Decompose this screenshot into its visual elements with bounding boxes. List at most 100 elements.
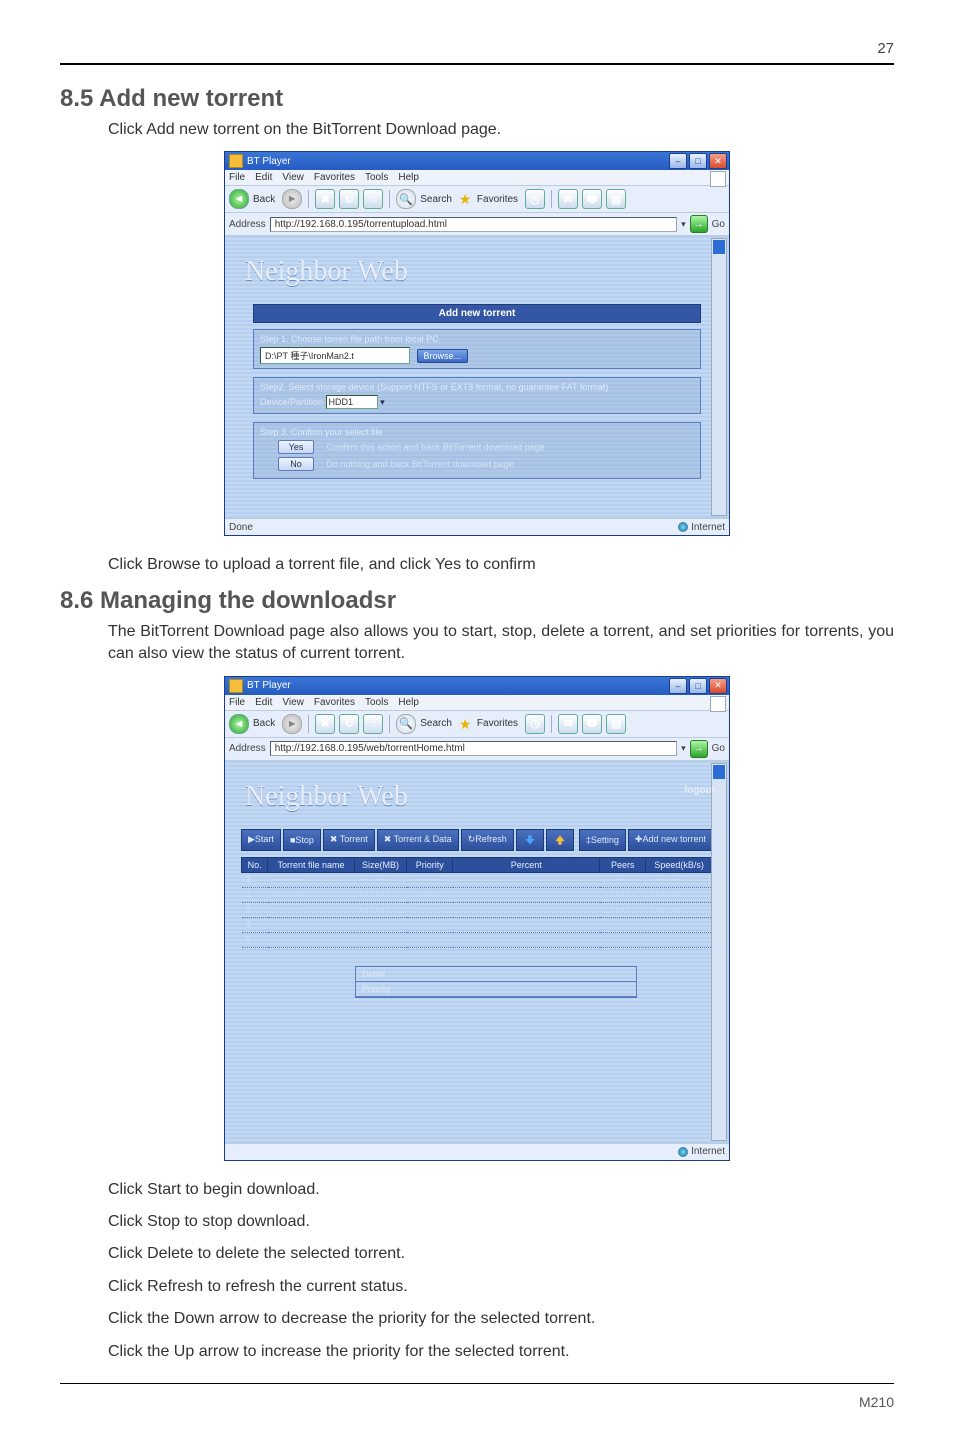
menu-view[interactable]: View [282,172,304,183]
favorites-label: Favorites [477,718,518,729]
home-icon[interactable]: ⌂ [363,189,383,209]
go-label: Go [712,219,725,230]
address-input-2[interactable]: http://192.168.0.195/web/torrentHome.htm… [270,741,677,756]
menu-help[interactable]: Help [398,172,419,183]
address-bar-2: Address http://192.168.0.195/web/torrent… [225,738,729,761]
scrollbar[interactable] [711,238,727,516]
browse-button[interactable]: Browse... [417,349,469,363]
edit-page-icon[interactable]: ▤ [606,189,626,209]
add-new-torrent-button[interactable]: ✚Add new torrent [628,829,713,851]
after-8-5: Click Browse to upload a torrent file, a… [108,554,894,576]
priority-down-button[interactable] [516,829,544,851]
mail-icon[interactable]: ✉ [558,189,578,209]
windows-flag-icon [710,696,726,712]
table-row[interactable]: 4------------------------------ [242,917,713,932]
home-icon[interactable]: ⌂ [363,714,383,734]
table-row[interactable]: 2------------------------------ [242,887,713,902]
address-input[interactable]: http://192.168.0.195/torrentupload.html [270,217,677,232]
device-select[interactable]: HDD1 [326,395,378,409]
refresh-icon[interactable]: ↻ [339,714,359,734]
line-stop: Click Stop to stop download. [108,1211,894,1233]
col-2[interactable]: Size(MB) [354,857,406,872]
refresh-icon[interactable]: ↻ [339,189,359,209]
scrollbar-2[interactable] [711,763,727,1141]
menu-file[interactable]: File [229,172,245,183]
confirm-yes-button[interactable]: Yes [278,440,314,454]
back-icon[interactable]: ◄ [229,189,249,209]
start-button[interactable]: ▶Start [241,829,281,851]
delete-torrent-data-button[interactable]: ✖ Torrent & Data [377,829,459,851]
arrow-up-icon [553,833,567,847]
forward-icon[interactable]: ► [282,189,302,209]
close-button[interactable]: ✕ [709,153,727,169]
go-button[interactable]: → [690,215,708,233]
minimize-button-2[interactable]: – [669,678,687,694]
history-icon[interactable]: ◷ [525,189,545,209]
top-divider [60,63,894,65]
priority-up-button[interactable] [546,829,574,851]
col-0[interactable]: No. [242,857,268,872]
toolbar: ◄ Back ► ✖ ↻ ⌂ 🔍 Search ★ Favorites ◷ ✉ … [225,186,729,213]
col-6[interactable]: Speed(kB/s) [646,857,713,872]
confirm-no-button[interactable]: No [278,457,314,471]
menu-tools[interactable]: Tools [365,697,388,708]
favorites-star-icon[interactable]: ★ [459,717,473,731]
maximize-button[interactable]: □ [689,153,707,169]
status-zone: Internet [691,522,725,533]
menu-favorites[interactable]: Favorites [314,697,355,708]
mail-icon[interactable]: ✉ [558,714,578,734]
menu-edit[interactable]: Edit [255,697,272,708]
col-3[interactable]: Priority [407,857,453,872]
window-title: BT Player [247,156,667,167]
print-icon[interactable]: 🖶 [582,714,602,734]
line-start: Click Start to begin download. [108,1179,894,1201]
torrent-file-input[interactable]: D:\PT 種子\IronMan2.t [260,347,410,364]
address-label: Address [229,219,266,230]
go-label: Go [712,743,725,754]
table-row[interactable]: 3------------------------------ [242,902,713,917]
setting-button[interactable]: ‡Setting [579,829,626,851]
favorites-star-icon[interactable]: ★ [459,192,473,206]
status-done: Done [229,522,253,533]
page-number: 27 [60,40,894,57]
menu-file[interactable]: File [229,697,245,708]
edit-page-icon[interactable]: ▤ [606,714,626,734]
search-icon[interactable]: 🔍 [396,714,416,734]
line-down: Click the Down arrow to decrease the pri… [108,1308,894,1330]
step1-label: Step 1. Choose torren file path from loc… [260,334,694,344]
menu-view[interactable]: View [282,697,304,708]
menu-favorites[interactable]: Favorites [314,172,355,183]
stop-button[interactable]: ■Stop [283,829,321,851]
forward-icon[interactable]: ► [282,714,302,734]
step2-label: Step2. Select storage device (Support NT… [260,382,694,392]
favorites-label: Favorites [477,194,518,205]
menu-help[interactable]: Help [398,697,419,708]
history-icon[interactable]: ◷ [525,714,545,734]
no-description: Do nothing and back BitTorrent download … [327,459,514,469]
line-delete: Click Delete to delete the selected torr… [108,1243,894,1265]
back-label: Back [253,194,275,205]
menu-edit[interactable]: Edit [255,172,272,183]
table-row[interactable]: 1------------------------------ [242,872,713,887]
minimize-button[interactable]: – [669,153,687,169]
back-icon[interactable]: ◄ [229,714,249,734]
logout-link[interactable]: logout [684,785,715,796]
device-label: Device/Partition [260,397,323,407]
refresh-button[interactable]: ↻Refresh [461,829,514,851]
maximize-button-2[interactable]: □ [689,678,707,694]
stop-icon[interactable]: ✖ [315,189,335,209]
stop-icon[interactable]: ✖ [315,714,335,734]
print-icon[interactable]: 🖶 [582,189,602,209]
menu-bar: File Edit View Favorites Tools Help [225,170,729,186]
menu-tools[interactable]: Tools [365,172,388,183]
col-5[interactable]: Peers [600,857,646,872]
torrents-table: No.Torrent file nameSize(MB)PriorityPerc… [241,857,713,948]
col-1[interactable]: Torrent file name [268,857,355,872]
col-4[interactable]: Percent [453,857,600,872]
footer-model: M210 [60,1394,894,1410]
search-icon[interactable]: 🔍 [396,189,416,209]
delete-torrent-button[interactable]: ✖ Torrent [323,829,375,851]
close-button-2[interactable]: ✕ [709,678,727,694]
table-row[interactable]: 5------------------------------ [242,932,713,947]
go-button-2[interactable]: → [690,740,708,758]
